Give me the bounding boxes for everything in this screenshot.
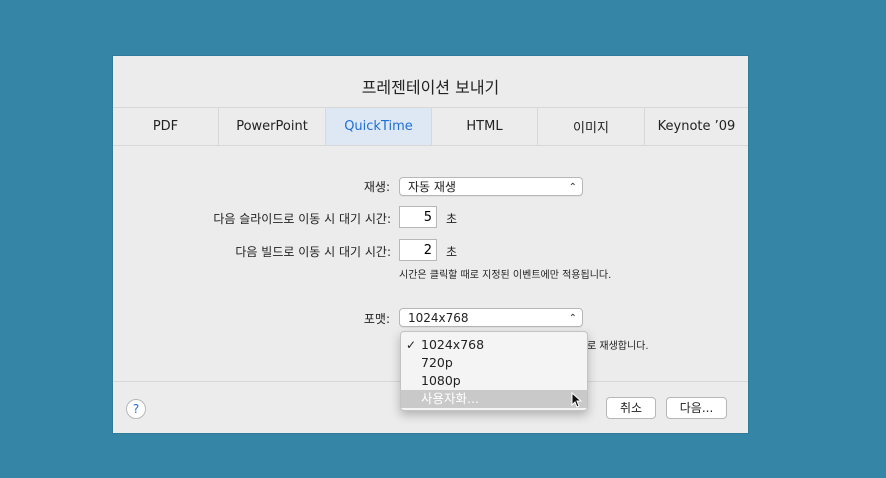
build-wait-input[interactable]: 2 — [399, 239, 437, 261]
build-wait-label: 다음 빌드로 이동 시 대기 시간: — [235, 245, 391, 259]
tab-html[interactable]: HTML — [432, 108, 538, 145]
menu-item-custom[interactable]: 사용자화... — [401, 390, 587, 408]
export-dialog: 프레젠테이션 보내기 PDF PowerPoint QuickTime HTML… — [113, 56, 748, 433]
menu-item-label: 1080p — [421, 373, 461, 388]
format-description: 로 재생합니다. — [587, 341, 649, 352]
tab-quicktime[interactable]: QuickTime — [326, 108, 432, 145]
help-button[interactable]: ? — [126, 399, 146, 419]
updown-chevron-icon: ⌃ — [568, 313, 577, 324]
checkmark-icon: ✓ — [406, 338, 417, 352]
dialog-title: 프레젠테이션 보내기 — [361, 78, 500, 97]
format-label: 포맷: — [363, 312, 390, 326]
playback-select[interactable]: 자동 재생 ⌃ — [399, 177, 583, 196]
slide-wait-label: 다음 슬라이드로 이동 시 대기 시간: — [213, 212, 391, 226]
format-tabs: PDF PowerPoint QuickTime HTML 이미지 Keynot… — [113, 107, 748, 146]
slide-wait-input[interactable]: 5 — [399, 206, 437, 228]
next-button[interactable]: 다음... — [666, 397, 727, 419]
build-wait-unit: 초 — [446, 245, 458, 259]
format-dropdown-menu: ✓ 1024x768 720p 1080p 사용자화... — [400, 331, 588, 411]
tab-powerpoint[interactable]: PowerPoint — [219, 108, 326, 145]
menu-item-1080p[interactable]: 1080p — [401, 372, 587, 390]
tab-pdf[interactable]: PDF — [113, 108, 219, 145]
tab-keynote09[interactable]: Keynote ’09 — [645, 108, 748, 145]
menu-item-720p[interactable]: 720p — [401, 354, 587, 372]
updown-chevron-icon: ⌃ — [568, 182, 577, 193]
timing-note: 시간은 클릭할 때로 지정된 이벤트에만 적용됩니다. — [399, 270, 612, 281]
mouse-pointer-icon — [571, 392, 583, 408]
playback-value: 자동 재생 — [408, 180, 456, 194]
tab-image[interactable]: 이미지 — [538, 108, 645, 145]
menu-item-label: 사용자화... — [421, 391, 479, 406]
cancel-button[interactable]: 취소 — [606, 397, 656, 419]
format-value: 1024x768 — [408, 311, 469, 325]
menu-item-1024x768[interactable]: ✓ 1024x768 — [401, 336, 587, 354]
menu-item-label: 1024x768 — [421, 337, 485, 352]
slide-wait-unit: 초 — [446, 212, 458, 226]
format-select[interactable]: 1024x768 ⌃ — [399, 308, 583, 327]
menu-item-label: 720p — [421, 355, 453, 370]
playback-label: 재생: — [363, 180, 390, 194]
